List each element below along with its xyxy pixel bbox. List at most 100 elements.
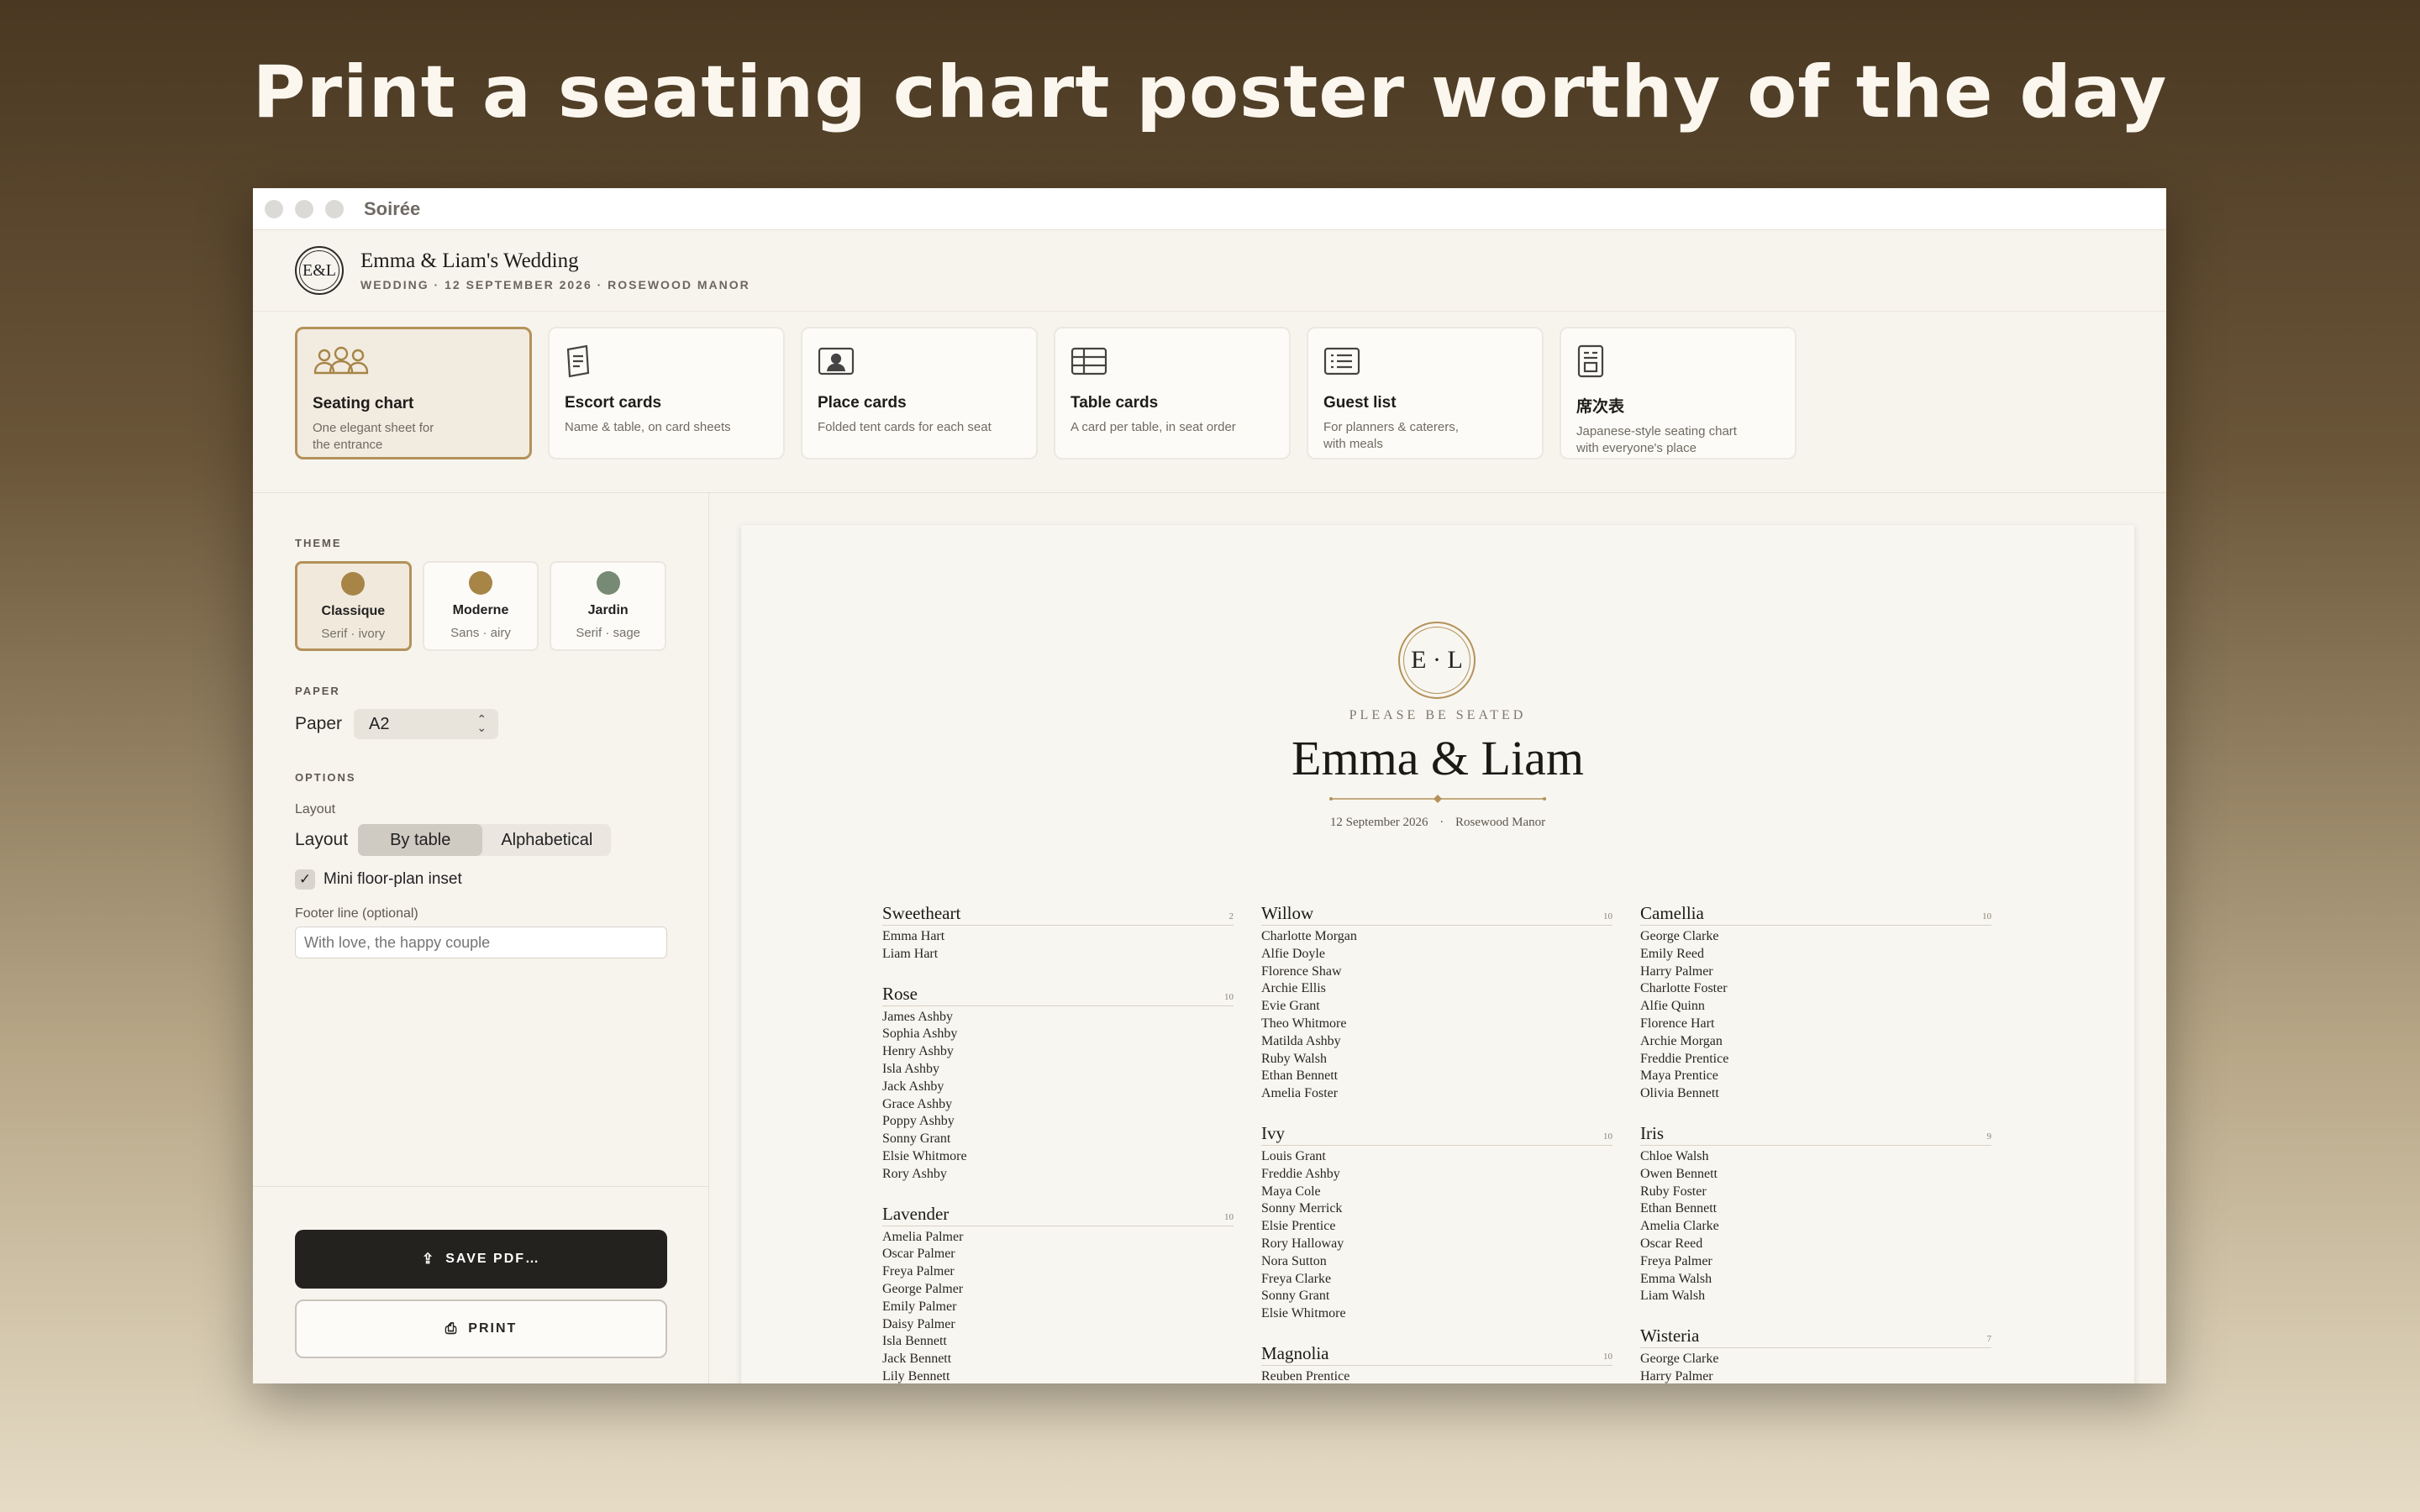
mode-card-seating-chart[interactable]: Seating chart One elegant sheet for the … [295, 327, 532, 459]
paper-label: Paper [295, 714, 343, 733]
layout-small-label: Layout [295, 802, 336, 816]
seating-column-2: Willow 10 Charlotte Morgan Alfie Doyle Flore… [1261, 903, 1612, 1383]
table-grid-icon [1071, 340, 1274, 382]
poster-couple-names: Emma & Liam [1292, 731, 1584, 785]
table-name: Sweetheart [882, 903, 961, 923]
chevron-up-down-icon: ⌃ ⌄ [476, 712, 487, 734]
poster-preview-area: E · L PLEASE BE SEATED Emma & Liam 12 Se… [709, 493, 2166, 1383]
seating-column-3: Camellia 10 George Clarke Emily Reed Harry P… [1640, 903, 1991, 1383]
guest-name: Amelia Foster [1261, 1086, 1339, 1101]
save-pdf-button[interactable]: ⇪ SAVE PDF… [295, 1230, 667, 1289]
guest-name: Matilda Ashby [1261, 1033, 1341, 1048]
paper-value: A2 [369, 714, 390, 733]
guest-name: Freya Palmer [1640, 1253, 1712, 1268]
print-button[interactable]: ⎙ PRINT [295, 1299, 667, 1358]
theme-name: Moderne [452, 603, 509, 617]
guest-name: Liam Hart [882, 946, 939, 961]
footer-line-label: Footer line (optional) [295, 906, 418, 921]
zoom-window-button[interactable] [325, 199, 344, 218]
table-header: Wisteria 7 [1640, 1326, 1991, 1349]
guest-name: Maya Cole [1261, 1184, 1321, 1199]
event-header: E&L Emma & Liam's Wedding WEDDING · 12 S… [253, 230, 2166, 312]
guest-name: Chloe Walsh [1640, 1148, 1709, 1163]
print-label: PRINT [468, 1321, 518, 1336]
table-name: Camellia [1640, 903, 1704, 923]
poster-page: E · L PLEASE BE SEATED Emma & Liam 12 Se… [741, 525, 2134, 1383]
headline: Print a seating chart poster worthy of t… [252, 50, 2168, 134]
guest-name: Sonny Grant [1261, 1289, 1330, 1304]
mode-card-escort-cards[interactable]: Escort cards Name & table, on card sheet… [548, 327, 785, 459]
app-window: Soirée E&L Emma & Liam's Wedding WEDDING… [253, 188, 2166, 1383]
guest-name: Isla Ashby [882, 1061, 939, 1076]
save-pdf-label: SAVE PDF… [445, 1252, 541, 1266]
footer-line-input[interactable] [295, 927, 667, 958]
theme-swatch [341, 572, 366, 596]
mode-description: Folded tent cards for each seat [818, 420, 992, 434]
table-name: Iris [1640, 1122, 1664, 1143]
guest-name: Sophia Ashby [882, 1026, 958, 1042]
mode-description: One elegant sheet for the entrance [313, 421, 434, 452]
guest-name: Daisy Palmer [882, 1316, 955, 1331]
close-window-button[interactable] [265, 199, 283, 218]
place-card-icon [818, 340, 1021, 382]
guest-name: Evie Grant [1261, 999, 1320, 1014]
minimize-window-button[interactable] [295, 199, 313, 218]
layout-alphabetical[interactable]: Alphabetical [482, 824, 611, 856]
theme-classique[interactable]: Classique Serif · ivory [295, 561, 412, 651]
theme-sub: Serif · ivory [321, 627, 386, 641]
mode-card-seating-doc-jp[interactable]: 席次表 Japanese-style seating chart with ev… [1560, 327, 1797, 459]
guest-name: Alfie Doyle [1261, 946, 1325, 961]
guest-name: George Palmer [882, 1281, 964, 1296]
event-monogram: E&L [295, 246, 344, 295]
table-guest-count: 2 [1228, 911, 1234, 921]
theme-section-label: THEME [295, 537, 342, 549]
layout-by-table[interactable]: By table [358, 824, 483, 856]
table-guest-count: 10 [1982, 911, 1991, 921]
guest-name: Maya Prentice [1640, 1068, 1718, 1084]
guest-name: Elsie Whitmore [1261, 1306, 1346, 1321]
inset-checkbox[interactable]: ✓ [295, 869, 315, 890]
poster-please-be-seated: PLEASE BE SEATED [1349, 708, 1527, 722]
poster-date-venue: 12 September 2026 · Rosewood Manor [741, 816, 2134, 830]
guest-name: Charlotte Morgan [1261, 929, 1357, 943]
guest-name: Emily Reed [1640, 946, 1704, 961]
guest-name: Freddie Prentice [1640, 1051, 1729, 1066]
theme-moderne[interactable]: Moderne Sans · airy [422, 561, 539, 651]
table-header: Magnolia 10 [1261, 1343, 1612, 1366]
output-mode-cards: Seating chart One elegant sheet for the … [253, 312, 2166, 493]
guest-name: Louis Grant [1261, 1148, 1326, 1163]
share-icon: ⇪ [421, 1251, 436, 1267]
mode-card-place-cards[interactable]: Place cards Folded tent cards for each s… [801, 327, 1038, 459]
guest-name: James Ashby [882, 1009, 953, 1024]
theme-jardin[interactable]: Jardin Serif · sage [550, 561, 666, 651]
guest-name: Emma Walsh [1640, 1271, 1712, 1286]
ornament-divider [1329, 795, 1546, 803]
seating-table-block: Wisteria7George ClarkeHarry PalmerCharlo… [1640, 1326, 1991, 1383]
table-guest-count: 10 [1224, 1211, 1234, 1222]
guest-name: Sonny Merrick [1261, 1201, 1343, 1216]
options-sidebar: THEME Classique Serif · ivory Moderne Sa… [253, 493, 709, 1383]
mode-card-guest-list[interactable]: Guest list For planners & caterers, with… [1307, 327, 1544, 459]
paper-select[interactable]: A2 ⌃ ⌄ [354, 709, 499, 739]
table-guest-count: 10 [1224, 991, 1234, 1002]
guest-name: Harry Palmer [1640, 1368, 1713, 1383]
guest-name: Lily Bennett [882, 1368, 950, 1383]
guest-name: Elsie Whitmore [882, 1148, 967, 1163]
mode-card-table-cards[interactable]: Table cards A card per table, in seat or… [1054, 327, 1291, 459]
guest-name: Elsie Prentice [1261, 1219, 1336, 1234]
table-guest-count: 9 [1986, 1131, 1992, 1142]
poster-date: 12 September 2026 [1329, 816, 1428, 829]
table-name: Lavender [882, 1203, 950, 1224]
guest-name: Liam Walsh [1640, 1289, 1706, 1304]
guest-name: Olivia Bennett [1640, 1086, 1719, 1101]
layout-label: Layout [295, 830, 349, 849]
table-guest-count: 10 [1603, 1351, 1612, 1362]
guest-name: Ethan Bennett [1640, 1201, 1718, 1216]
guest-name: Charlotte Foster [1640, 981, 1728, 996]
guest-name: Isla Bennett [882, 1334, 947, 1349]
table-header: Sweetheart 2 [882, 903, 1234, 926]
guest-name: George Clarke [1640, 929, 1719, 943]
table-name: Willow [1261, 903, 1314, 923]
guest-name: Owen Bennett [1640, 1166, 1718, 1181]
seating-table-block: Willow 10 Charlotte Morgan Alfie Doyle Flore… [1261, 903, 1612, 1103]
